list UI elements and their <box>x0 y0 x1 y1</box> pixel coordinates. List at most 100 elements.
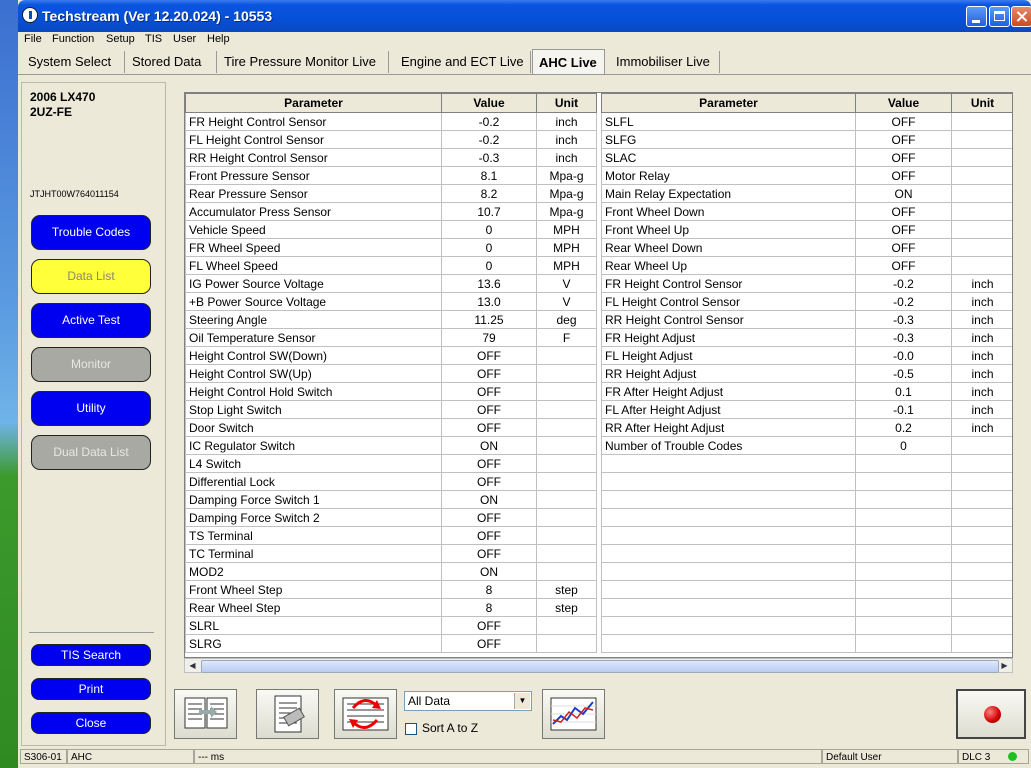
menu-tis[interactable]: TIS <box>145 33 162 45</box>
table-row[interactable]: Rear Wheel Down OFF <box>601 238 1012 257</box>
chevron-down-icon[interactable]: ▼ <box>514 693 530 709</box>
monitor-button[interactable]: Monitor <box>31 347 151 382</box>
table-row[interactable]: Door Switch OFF <box>185 418 597 437</box>
table-row[interactable]: Vehicle Speed 0 MPH <box>185 220 597 239</box>
table-row[interactable]: SLAC OFF <box>601 148 1012 167</box>
horizontal-scrollbar[interactable]: ◀ ▶ <box>184 658 1013 673</box>
column-parameter[interactable]: Parameter <box>601 93 856 113</box>
table-row[interactable]: SLRL OFF <box>185 616 597 635</box>
table-row[interactable]: FL Height Control Sensor -0.2 inch <box>601 292 1012 311</box>
table-row[interactable]: Damping Force Switch 1 ON <box>185 490 597 509</box>
table-row[interactable]: SLRG OFF <box>185 634 597 653</box>
table-row[interactable]: Rear Pressure Sensor 8.2 Mpa-g <box>185 184 597 203</box>
scrollbar-thumb[interactable] <box>201 660 999 673</box>
table-row[interactable]: Stop Light Switch OFF <box>185 400 597 419</box>
menu-file[interactable]: File <box>24 33 42 45</box>
table-row[interactable]: Steering Angle 11.25 deg <box>185 310 597 329</box>
menu-user[interactable]: User <box>173 33 196 45</box>
menu-setup[interactable]: Setup <box>106 33 135 45</box>
table-row[interactable]: SLFL OFF <box>601 112 1012 131</box>
tab-system-select[interactable]: System Select <box>22 51 125 73</box>
sort-checkbox[interactable] <box>405 723 417 735</box>
table-row[interactable]: RR Height Control Sensor -0.3 inch <box>601 310 1012 329</box>
utility-button[interactable]: Utility <box>31 391 151 426</box>
table-row[interactable] <box>601 634 1012 653</box>
table-row[interactable]: Accumulator Press Sensor 10.7 Mpa-g <box>185 202 597 221</box>
table-row[interactable]: FR Wheel Speed 0 MPH <box>185 238 597 257</box>
data-filter-select[interactable]: All Data ▼ <box>404 691 532 711</box>
close-window-button[interactable] <box>1011 6 1031 27</box>
table-row[interactable]: Rear Wheel Up OFF <box>601 256 1012 275</box>
table-row[interactable]: Front Pressure Sensor 8.1 Mpa-g <box>185 166 597 185</box>
table-row[interactable]: TC Terminal OFF <box>185 544 597 563</box>
column-parameter[interactable]: Parameter <box>185 93 442 113</box>
table-row[interactable] <box>601 544 1012 563</box>
table-row[interactable]: Oil Temperature Sensor 79 F <box>185 328 597 347</box>
column-value[interactable]: Value <box>855 93 952 113</box>
table-row[interactable]: Height Control Hold Switch OFF <box>185 382 597 401</box>
table-row[interactable]: FR Height Control Sensor -0.2 inch <box>601 274 1012 293</box>
table-row[interactable] <box>601 598 1012 617</box>
table-row[interactable]: IC Regulator Switch ON <box>185 436 597 455</box>
record-button[interactable] <box>956 689 1026 739</box>
close-button[interactable]: Close <box>31 712 151 734</box>
table-row[interactable]: FL Wheel Speed 0 MPH <box>185 256 597 275</box>
title-bar[interactable]: Techstream (Ver 12.20.024) - 10553 <box>18 0 1031 32</box>
table-row[interactable]: RR Height Control Sensor -0.3 inch <box>185 148 597 167</box>
column-value[interactable]: Value <box>441 93 537 113</box>
table-row[interactable] <box>601 508 1012 527</box>
table-row[interactable]: TS Terminal OFF <box>185 526 597 545</box>
table-row[interactable] <box>601 472 1012 491</box>
table-row[interactable]: FL After Height Adjust -0.1 inch <box>601 400 1012 419</box>
scroll-left-icon[interactable]: ◀ <box>186 660 199 671</box>
table-row[interactable]: SLFG OFF <box>601 130 1012 149</box>
dual-data-list-button[interactable]: Dual Data List <box>31 435 151 470</box>
table-row[interactable]: Motor Relay OFF <box>601 166 1012 185</box>
tab-stored-data[interactable]: Stored Data <box>126 51 217 73</box>
table-row[interactable]: Front Wheel Step 8 step <box>185 580 597 599</box>
graph-button[interactable] <box>542 689 605 739</box>
table-row[interactable]: Height Control SW(Down) OFF <box>185 346 597 365</box>
table-row[interactable]: Differential Lock OFF <box>185 472 597 491</box>
column-unit[interactable]: Unit <box>536 93 597 113</box>
table-row[interactable]: L4 Switch OFF <box>185 454 597 473</box>
table-row[interactable]: FL Height Adjust -0.0 inch <box>601 346 1012 365</box>
table-row[interactable]: Damping Force Switch 2 OFF <box>185 508 597 527</box>
tab-tire-pressure-monitor-live[interactable]: Tire Pressure Monitor Live <box>218 51 389 73</box>
table-row[interactable]: IG Power Source Voltage 13.6 V <box>185 274 597 293</box>
table-row[interactable]: Front Wheel Up OFF <box>601 220 1012 239</box>
column-unit[interactable]: Unit <box>951 93 1012 113</box>
tab-immobiliser-live[interactable]: Immobiliser Live <box>610 51 720 73</box>
table-row[interactable]: Rear Wheel Step 8 step <box>185 598 597 617</box>
print-button[interactable]: Print <box>31 678 151 700</box>
table-row[interactable] <box>601 562 1012 581</box>
table-row[interactable]: Main Relay Expectation ON <box>601 184 1012 203</box>
table-row[interactable]: FR Height Control Sensor -0.2 inch <box>185 112 597 131</box>
table-row[interactable]: RR Height Adjust -0.5 inch <box>601 364 1012 383</box>
list-transfer-button[interactable] <box>174 689 237 739</box>
table-row[interactable]: FR Height Adjust -0.3 inch <box>601 328 1012 347</box>
scroll-right-icon[interactable]: ▶ <box>998 660 1011 671</box>
table-row[interactable]: Height Control SW(Up) OFF <box>185 364 597 383</box>
menu-function[interactable]: Function <box>52 33 94 45</box>
data-list-button[interactable]: Data List <box>31 259 151 294</box>
table-row[interactable]: FR After Height Adjust 0.1 inch <box>601 382 1012 401</box>
tab-ahc-live[interactable]: AHC Live <box>532 49 605 75</box>
table-row[interactable]: FL Height Control Sensor -0.2 inch <box>185 130 597 149</box>
clipboard-button[interactable] <box>256 689 319 739</box>
minimize-button[interactable] <box>966 6 987 27</box>
tis-search-button[interactable]: TIS Search <box>31 644 151 666</box>
table-row[interactable]: MOD2 ON <box>185 562 597 581</box>
table-row[interactable]: Front Wheel Down OFF <box>601 202 1012 221</box>
table-row[interactable] <box>601 526 1012 545</box>
table-row[interactable] <box>601 580 1012 599</box>
table-row[interactable]: RR After Height Adjust 0.2 inch <box>601 418 1012 437</box>
active-test-button[interactable]: Active Test <box>31 303 151 338</box>
refresh-list-button[interactable] <box>334 689 397 739</box>
maximize-button[interactable] <box>989 6 1010 27</box>
trouble-codes-button[interactable]: Trouble Codes <box>31 215 151 250</box>
table-row[interactable]: +B Power Source Voltage 13.0 V <box>185 292 597 311</box>
tab-engine-ect-live[interactable]: Engine and ECT Live <box>395 51 531 73</box>
table-row[interactable] <box>601 490 1012 509</box>
table-row[interactable] <box>601 454 1012 473</box>
